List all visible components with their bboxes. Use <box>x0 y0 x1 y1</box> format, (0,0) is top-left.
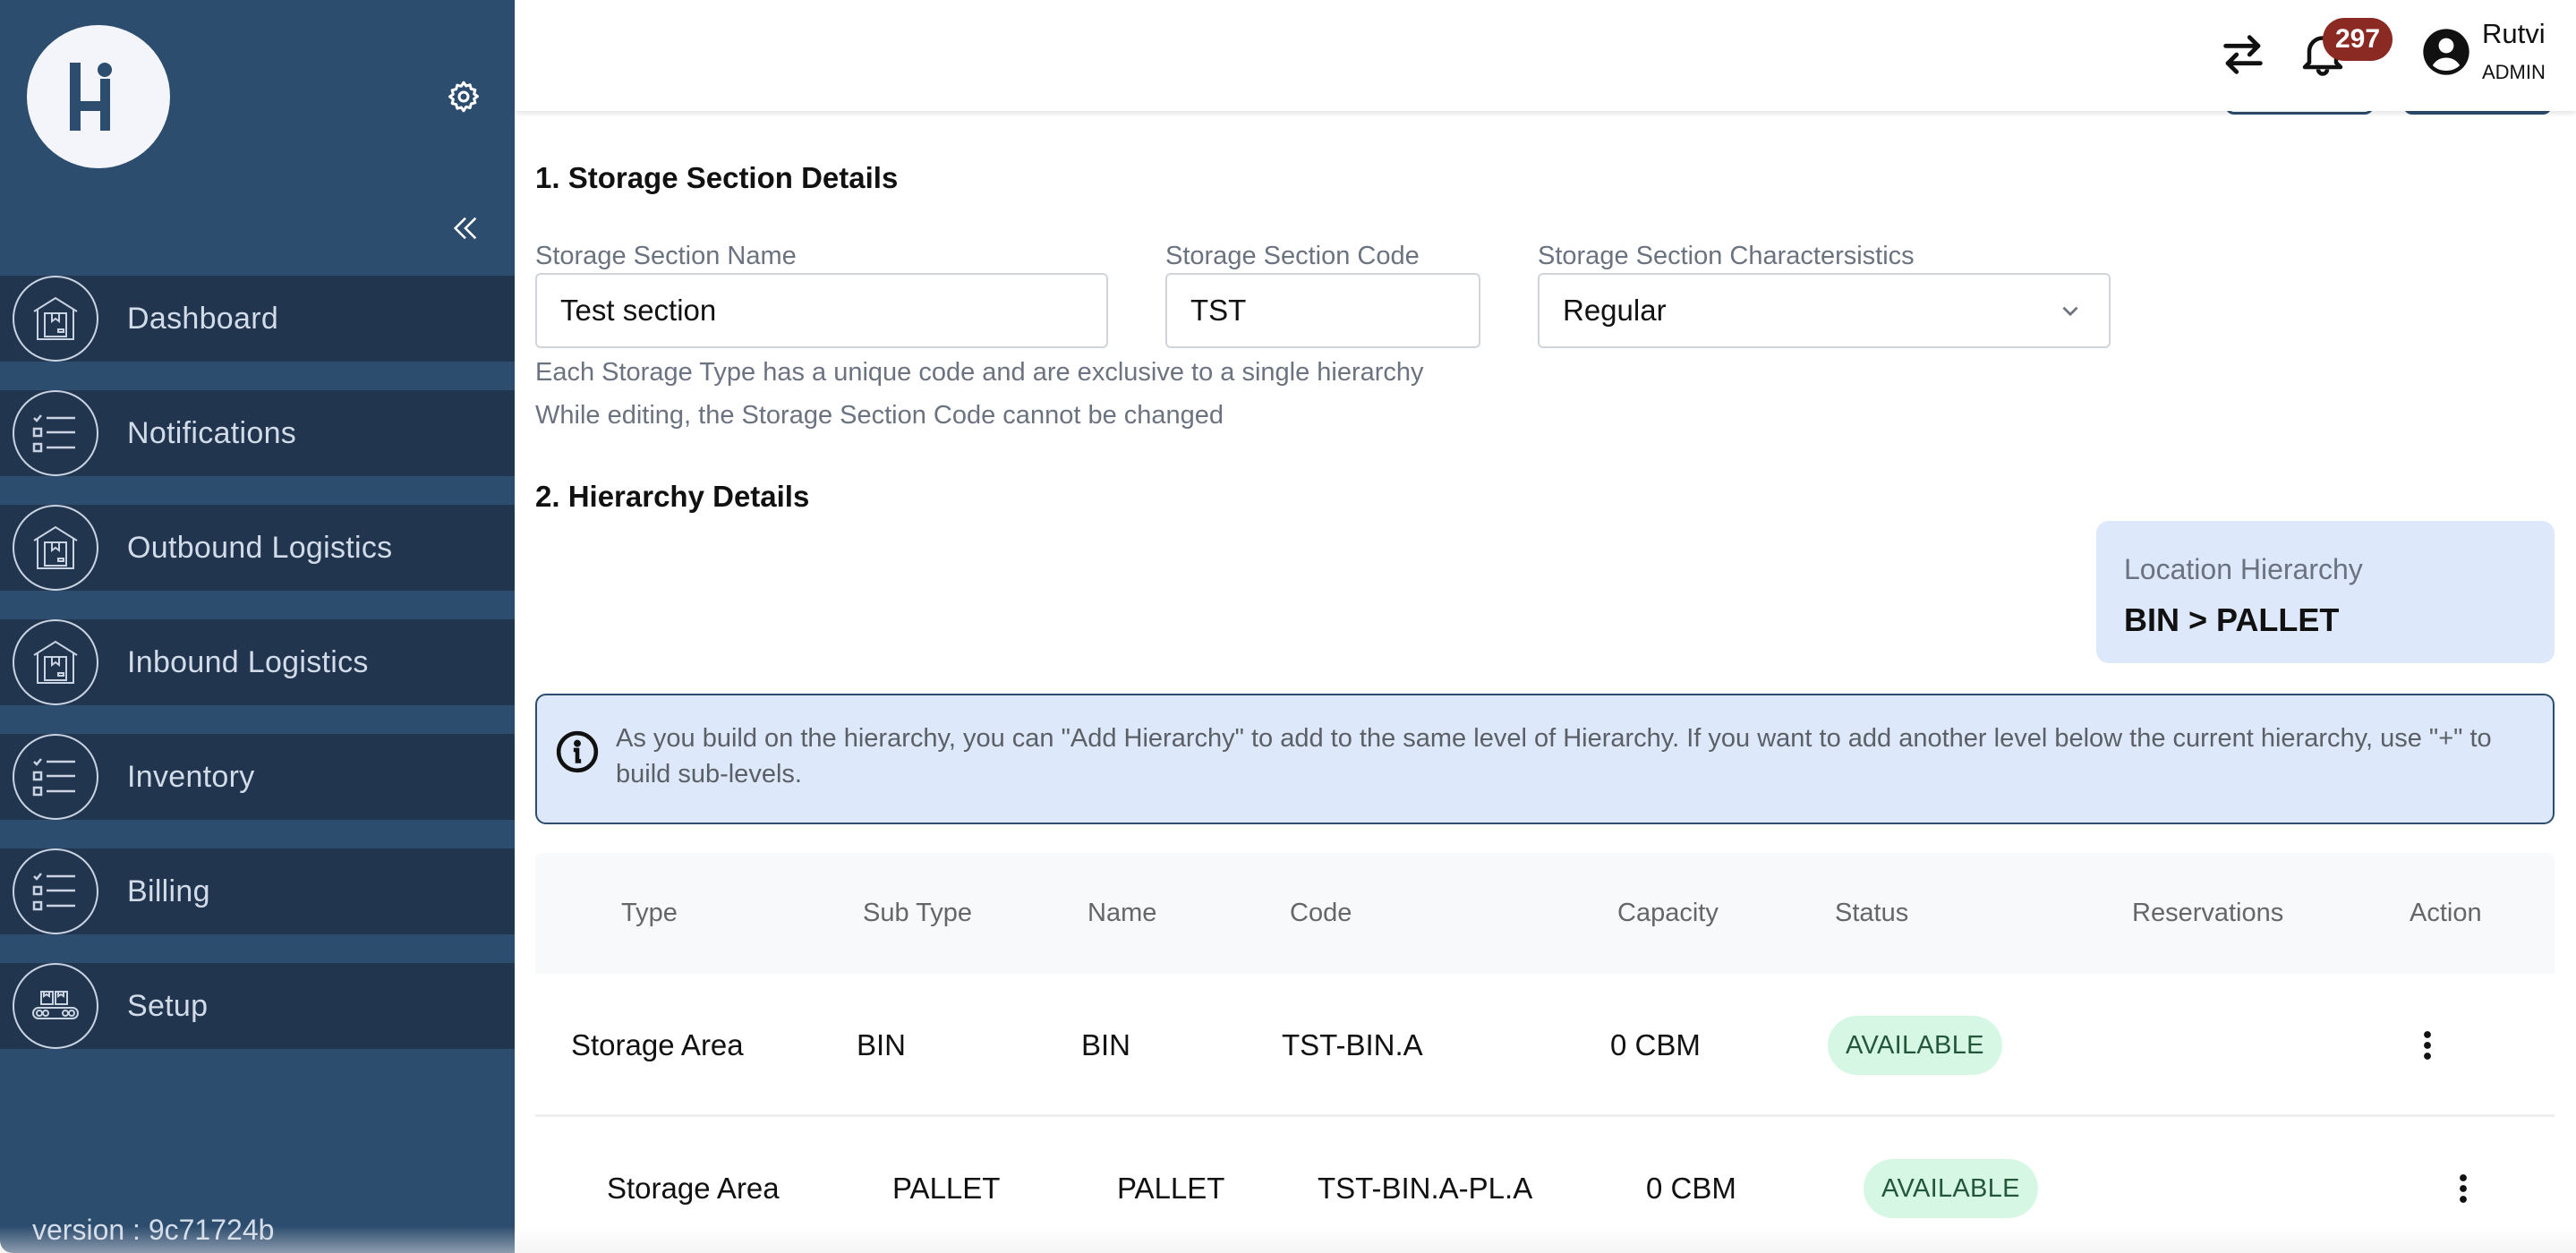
cell-name: PALLET <box>1117 1172 1225 1205</box>
cell-capacity: 0 CBM <box>1610 1028 1701 1061</box>
chevron-down-icon <box>2062 306 2078 317</box>
notification-count-badge[interactable]: 297 <box>2323 18 2393 61</box>
location-hierarchy-value: BIN > PALLET <box>2124 601 2340 638</box>
info-icon <box>556 730 599 773</box>
select-value: Regular <box>1563 294 1667 327</box>
column-header-sub-type: Sub Type <box>863 899 973 927</box>
location-hierarchy-card: Location Hierarchy BIN > PALLET <box>2096 521 2555 663</box>
status-badge: AVAILABLE <box>1828 1016 2002 1075</box>
sidebar-item-label: Setup <box>127 989 209 1023</box>
storage-section-characteristics-select[interactable]: Regular <box>1538 273 2111 348</box>
top-header: 297 Rutvi ADMIN <box>515 0 2576 111</box>
location-hierarchy-label: Location Hierarchy <box>2124 553 2363 585</box>
storage-section-characteristics-label: Storage Section Charactersistics <box>1538 242 1915 270</box>
sidebar-item-setup[interactable]: Setup <box>0 963 515 1049</box>
warehouse-icon <box>13 505 98 591</box>
sidebar-item-label: Billing <box>127 874 210 908</box>
sidebar-item-label: Dashboard <box>127 302 279 336</box>
checklist-icon <box>13 390 98 476</box>
hierarchy-info-banner: As you build on the hierarchy, you can "… <box>535 694 2555 824</box>
cell-capacity: 0 CBM <box>1646 1172 1736 1205</box>
column-header-name: Name <box>1088 899 1157 927</box>
main-content: 1. Storage Section Details Storage Secti… <box>515 111 2576 1253</box>
switch-arrows-icon[interactable] <box>2217 29 2269 81</box>
collapse-sidebar-icon[interactable] <box>449 213 482 243</box>
user-avatar-icon[interactable] <box>2421 27 2471 77</box>
settings-gear-icon[interactable] <box>446 79 482 115</box>
cell-sub-type: PALLET <box>892 1172 1001 1205</box>
sidebar-item-outbound-logistics[interactable]: Outbound Logistics <box>0 505 515 591</box>
cell-type: Storage Area <box>571 1028 744 1061</box>
checklist-icon <box>13 734 98 820</box>
sidebar: Dashboard Notifications Outbound Logisti… <box>0 0 515 1253</box>
section-title-hierarchy-details: 2. Hierarchy Details <box>535 480 810 513</box>
column-header-code: Code <box>1290 899 1352 927</box>
sidebar-item-inventory[interactable]: Inventory <box>0 734 515 820</box>
storage-section-name-input[interactable]: Test section <box>535 273 1108 348</box>
column-header-action: Action <box>2410 899 2482 927</box>
column-header-status: Status <box>1835 899 1909 927</box>
column-header-capacity: Capacity <box>1617 899 1719 927</box>
version-label: version : 9c71724b <box>32 1214 275 1246</box>
checklist-icon <box>13 848 98 934</box>
sidebar-nav: Dashboard Notifications Outbound Logisti… <box>0 276 515 1078</box>
cell-name: BIN <box>1081 1028 1131 1061</box>
sidebar-item-notifications[interactable]: Notifications <box>0 390 515 476</box>
sidebar-item-dashboard[interactable]: Dashboard <box>0 276 515 362</box>
sidebar-item-label: Outbound Logistics <box>127 531 393 565</box>
warehouse-icon <box>13 276 98 362</box>
user-name[interactable]: Rutvi <box>2482 18 2546 50</box>
app-logo[interactable] <box>27 25 170 168</box>
row-actions-kebab-icon[interactable] <box>2418 1029 2436 1061</box>
storage-section-code-label: Storage Section Code <box>1165 242 1420 270</box>
column-header-reservations: Reservations <box>2132 899 2284 927</box>
logo-hi-icon <box>70 63 112 131</box>
storage-section-name-label: Storage Section Name <box>535 242 797 270</box>
row-actions-kebab-icon[interactable] <box>2454 1172 2472 1205</box>
hierarchy-table: Type Sub Type Name Code Capacity Status … <box>535 853 2555 1253</box>
help-text-code-locked: While editing, the Storage Section Code … <box>535 401 1224 430</box>
warehouse-icon <box>13 619 98 705</box>
storage-section-code-input[interactable]: TST <box>1165 273 1480 348</box>
user-role: ADMIN <box>2482 61 2546 83</box>
cell-sub-type: BIN <box>857 1028 907 1061</box>
info-text: As you build on the hierarchy, you can "… <box>616 724 2492 788</box>
cell-code: TST-BIN.A-PL.A <box>1318 1172 1533 1205</box>
sidebar-item-label: Inventory <box>127 760 255 794</box>
section-title-storage-details: 1. Storage Section Details <box>535 161 899 194</box>
sidebar-item-label: Notifications <box>127 416 297 450</box>
table-header: Type Sub Type Name Code Capacity Status … <box>535 853 2555 974</box>
table-row: Storage Area BIN BIN TST-BIN.A 0 CBM AVA… <box>535 974 2555 1117</box>
help-text-unique-code: Each Storage Type has a unique code and … <box>535 358 1424 387</box>
cell-code: TST-BIN.A <box>1282 1028 1423 1061</box>
cell-type: Storage Area <box>607 1172 780 1205</box>
sidebar-item-label: Inbound Logistics <box>127 645 369 679</box>
conveyor-icon <box>13 963 98 1049</box>
status-badge: AVAILABLE <box>1864 1159 2038 1218</box>
table-row: Storage Area PALLET PALLET TST-BIN.A-PL.… <box>535 1117 2555 1253</box>
column-header-type: Type <box>621 899 678 927</box>
sidebar-item-inbound-logistics[interactable]: Inbound Logistics <box>0 619 515 705</box>
sidebar-item-billing[interactable]: Billing <box>0 848 515 934</box>
